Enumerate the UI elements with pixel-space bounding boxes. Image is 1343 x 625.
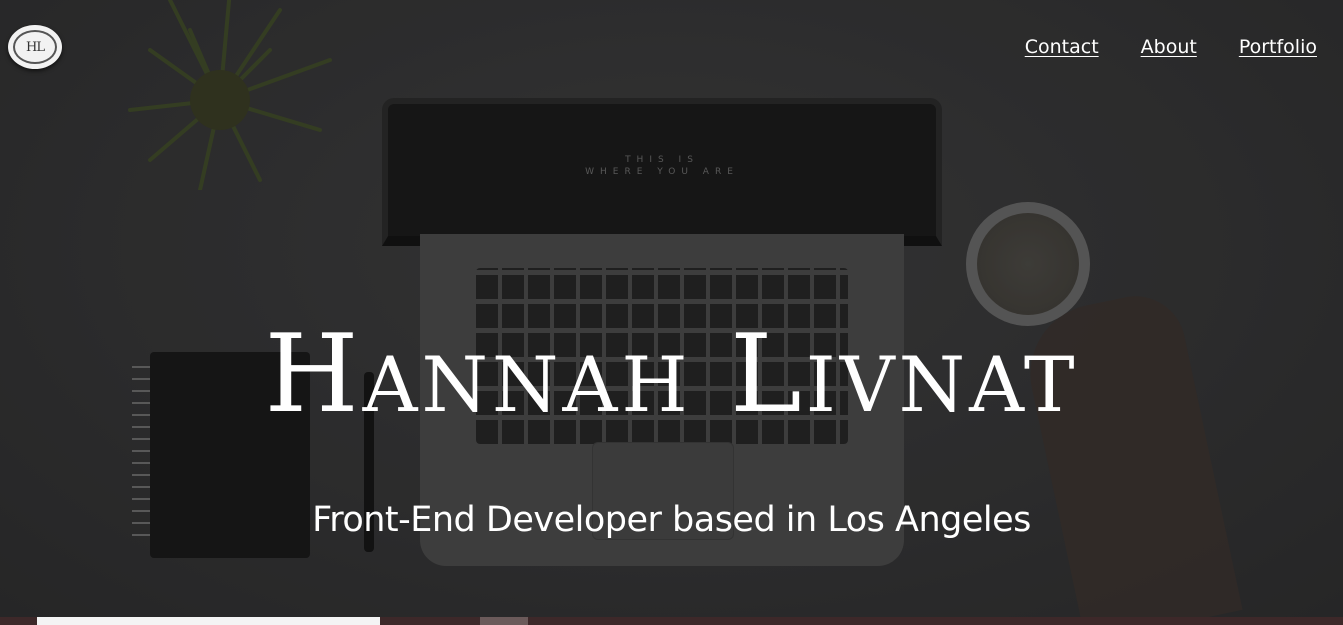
hero-subtitle: Front-End Developer based in Los Angeles: [312, 500, 1031, 540]
site-logo[interactable]: HL: [8, 25, 62, 69]
main-nav: Contact About Portfolio: [1025, 36, 1317, 58]
taskbar-app-button[interactable]: [480, 617, 528, 625]
logo-monogram: HL: [13, 30, 57, 64]
hero-section: THIS IS WHERE YOU ARE HL Contact About P…: [0, 0, 1343, 617]
taskbar-window-button[interactable]: [37, 617, 380, 625]
hero-title: Hannah Livnat: [264, 312, 1079, 437]
nav-link-portfolio[interactable]: Portfolio: [1239, 36, 1317, 58]
taskbar: [0, 617, 1343, 625]
nav-link-contact[interactable]: Contact: [1025, 36, 1099, 58]
nav-link-about[interactable]: About: [1141, 36, 1197, 58]
